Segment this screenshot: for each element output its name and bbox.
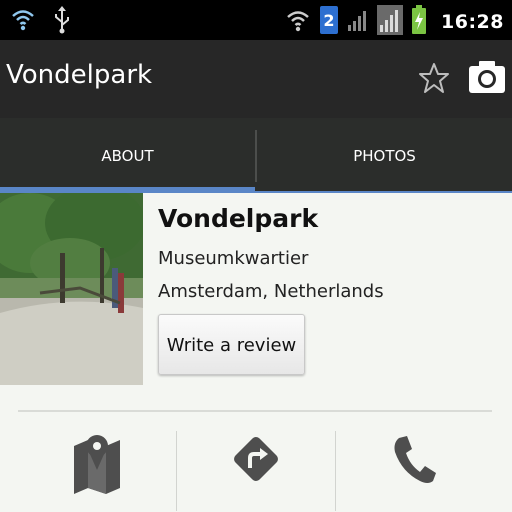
map-button[interactable]	[18, 426, 176, 512]
place-name: Vondelpark	[158, 204, 319, 233]
place-photo[interactable]	[0, 193, 143, 385]
sim-label: 2	[323, 11, 334, 30]
write-review-label: Write a review	[166, 335, 297, 356]
cell-signal-full-icon	[377, 5, 404, 39]
place-details: Vondelpark Museumkwartier Amsterdam, Net…	[0, 193, 512, 512]
phone-icon	[390, 434, 438, 490]
status-bar: 2 16:28	[0, 0, 512, 40]
wifi-signal-icon	[285, 7, 311, 37]
place-area: Museumkwartier	[158, 248, 309, 269]
wifi-icon	[10, 7, 36, 37]
status-clock: 16:28	[441, 11, 504, 33]
call-button[interactable]	[336, 426, 494, 512]
write-review-button[interactable]: Write a review	[158, 314, 305, 375]
camera-icon[interactable]	[468, 58, 506, 96]
usb-icon	[52, 6, 72, 38]
battery-charging-icon	[411, 5, 427, 39]
tab-bar: ABOUT PHOTOS	[0, 118, 512, 193]
cell-signal-icon	[347, 7, 369, 37]
map-icon	[72, 432, 122, 500]
tab-photos-label: PHOTOS	[353, 147, 416, 165]
page-title: Vondelpark	[6, 60, 153, 90]
separator	[18, 410, 492, 412]
place-city: Amsterdam, Netherlands	[158, 281, 384, 302]
tab-photos[interactable]: PHOTOS	[257, 118, 512, 193]
directions-icon	[231, 434, 281, 488]
directions-button[interactable]	[177, 426, 335, 512]
sim-2-icon: 2	[319, 5, 339, 39]
tab-about-label: ABOUT	[101, 147, 154, 165]
tab-about[interactable]: ABOUT	[0, 118, 255, 193]
star-icon[interactable]	[418, 62, 450, 94]
